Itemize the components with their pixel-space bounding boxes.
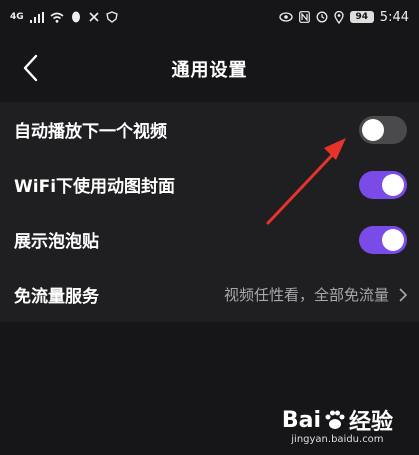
setting-label: WiFi下使用动图封面 bbox=[14, 177, 176, 197]
setting-label: 自动播放下一个视频 bbox=[14, 122, 167, 142]
eye-icon bbox=[279, 12, 293, 22]
toggle-knob bbox=[362, 118, 384, 141]
signal-icon bbox=[29, 11, 44, 23]
setting-row-free-data[interactable]: 免流量服务 视频任性看，全部免流量 bbox=[0, 267, 419, 322]
battery-indicator: 94 bbox=[349, 11, 374, 23]
qq-icon bbox=[71, 11, 80, 23]
status-bar-left: 4G bbox=[10, 11, 118, 23]
wifi-cover-toggle[interactable] bbox=[359, 170, 407, 199]
setting-label: 免流量服务 bbox=[14, 287, 99, 307]
alarm-icon bbox=[316, 11, 328, 23]
paw-icon bbox=[325, 410, 345, 429]
status-bar-right: 94 5:44 bbox=[279, 10, 409, 25]
clock: 5:44 bbox=[379, 9, 409, 25]
baidu-jingyan-watermark: Bai 经验 jingyan.baidu.com bbox=[281, 404, 393, 446]
setting-label: 展示泡泡贴 bbox=[14, 232, 99, 252]
bubble-toggle[interactable] bbox=[359, 225, 407, 254]
settings-list: 自动播放下一个视频 WiFi下使用动图封面 展示泡泡贴 免流量服务 视频任性看，… bbox=[0, 102, 419, 322]
app-notification-icon bbox=[89, 12, 99, 22]
nav-bar: 通用设置 bbox=[0, 34, 419, 102]
setting-row-autoplay: 自动播放下一个视频 bbox=[0, 102, 419, 157]
autoplay-toggle[interactable] bbox=[359, 115, 407, 144]
free-data-description: 视频任性看，全部免流量 bbox=[223, 286, 389, 304]
network-type: 4G bbox=[10, 12, 24, 22]
location-icon bbox=[334, 10, 344, 24]
toggle-knob bbox=[382, 228, 404, 251]
wifi-icon bbox=[50, 12, 64, 23]
watermark-url: jingyan.baidu.com bbox=[291, 434, 384, 445]
setting-row-bubble: 展示泡泡贴 bbox=[0, 212, 419, 267]
status-bar: 4G 94 5:44 bbox=[0, 0, 419, 34]
shield-icon bbox=[105, 11, 118, 23]
toggle-knob bbox=[382, 173, 404, 196]
free-data-value: 视频任性看，全部免流量 bbox=[224, 284, 407, 305]
page-title: 通用设置 bbox=[171, 60, 248, 81]
watermark-brand-left: Bai bbox=[281, 407, 321, 433]
setting-row-wifi-cover: WiFi下使用动图封面 bbox=[0, 157, 419, 212]
watermark-brand-right: 经验 bbox=[348, 410, 393, 435]
chevron-right-icon bbox=[399, 287, 407, 302]
nfc-icon bbox=[298, 11, 310, 23]
